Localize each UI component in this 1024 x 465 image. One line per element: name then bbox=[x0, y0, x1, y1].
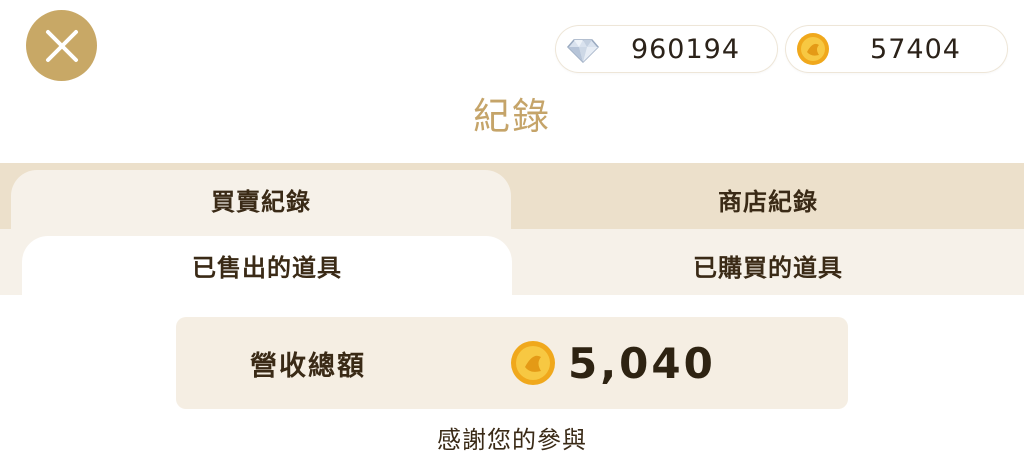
coin-count: 57404 bbox=[870, 33, 961, 65]
tab-trade-records[interactable]: 買賣紀錄 bbox=[11, 170, 511, 229]
tab-shop-records[interactable]: 商店紀錄 bbox=[512, 170, 1024, 229]
tab-sold-items[interactable]: 已售出的道具 bbox=[22, 236, 512, 295]
gold-coin-icon bbox=[511, 341, 555, 385]
tab-label: 已售出的道具 bbox=[192, 254, 342, 282]
diamond-icon bbox=[566, 39, 600, 64]
revenue-summary-card: 營收總額 5,040 bbox=[176, 317, 848, 409]
diamond-count: 960194 bbox=[630, 33, 741, 65]
diamond-balance: 960194 bbox=[556, 26, 777, 72]
revenue-total: 5,040 bbox=[568, 338, 716, 388]
gold-coin-icon bbox=[797, 33, 829, 65]
tab-label: 已購買的道具 bbox=[693, 254, 843, 282]
tab-label: 買賣紀錄 bbox=[211, 188, 311, 216]
thanks-message: 感謝您的參與 bbox=[437, 426, 587, 454]
revenue-label: 營收總額 bbox=[250, 350, 366, 382]
close-button[interactable] bbox=[26, 10, 97, 81]
tab-bought-items[interactable]: 已購買的道具 bbox=[512, 236, 1024, 295]
close-icon bbox=[45, 29, 78, 62]
coin-balance: 57404 bbox=[786, 26, 1007, 72]
page-title: 紀錄 bbox=[473, 95, 551, 138]
tab-label: 商店紀錄 bbox=[718, 188, 818, 216]
